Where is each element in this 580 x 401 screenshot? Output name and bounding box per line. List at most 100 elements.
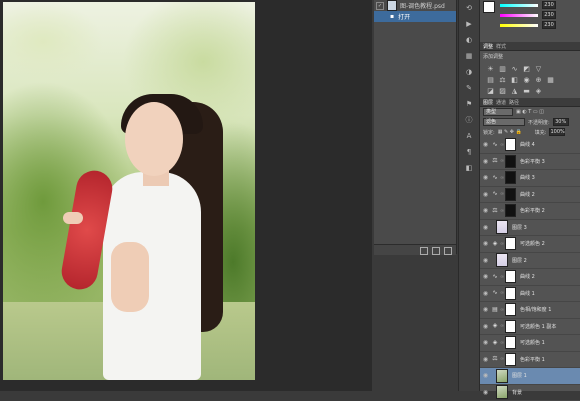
visibility-eye-icon[interactable]: ◉ <box>482 389 489 396</box>
color-slider-r[interactable]: 230 <box>480 0 580 10</box>
clone-icon[interactable]: ⚑ <box>463 99 475 109</box>
layer-mask-thumbnail[interactable] <box>505 155 516 168</box>
play-icon[interactable]: ▶ <box>463 19 475 29</box>
character-icon[interactable]: A <box>463 131 475 141</box>
gradient-map-icon[interactable]: ▬ <box>522 87 531 95</box>
layer-row[interactable]: ◉◈∞可选颜色 1 <box>480 335 580 352</box>
tab-channels[interactable]: 通道 <box>496 99 506 106</box>
layer-mask-thumbnail[interactable] <box>505 287 516 300</box>
layer-mask-thumbnail[interactable] <box>505 353 516 366</box>
chain-link-icon[interactable]: ∞ <box>500 142 504 148</box>
layer-row[interactable]: ◉◈∞可选颜色 1 副本 <box>480 319 580 336</box>
hue-saturation-icon[interactable]: ▤ <box>486 76 495 84</box>
black-white-icon[interactable]: ◧ <box>510 76 519 84</box>
visibility-eye-icon[interactable]: ◉ <box>482 141 489 148</box>
layer-mask-thumbnail[interactable] <box>505 303 516 316</box>
color-slider-b[interactable]: 230 <box>480 20 580 30</box>
layer-row[interactable]: ◉◈∞可选颜色 2 <box>480 236 580 253</box>
layer-mask-thumbnail[interactable] <box>505 204 516 217</box>
chain-link-icon[interactable]: ∞ <box>500 241 504 247</box>
tab-adjustments[interactable]: 调整 <box>483 43 493 50</box>
chain-link-icon[interactable]: ∞ <box>500 208 504 214</box>
info-icon[interactable]: ⓘ <box>463 115 475 125</box>
slider-track[interactable] <box>500 24 538 27</box>
layer-row[interactable]: ◉∿∞曲线 2 <box>480 187 580 204</box>
layer-row[interactable]: ◉背景 <box>480 385 580 401</box>
brightness-icon[interactable]: ☀ <box>486 65 495 73</box>
tab-paths[interactable]: 路径 <box>509 99 519 106</box>
photo-image[interactable] <box>3 2 255 380</box>
visibility-eye-icon[interactable]: ◉ <box>482 273 489 280</box>
layer-row[interactable]: ◉∿∞曲线 4 <box>480 137 580 154</box>
color-icon[interactable]: ◐ <box>463 35 475 45</box>
layer-mask-thumbnail[interactable] <box>505 138 516 151</box>
value-field[interactable]: 230 <box>542 11 556 19</box>
new-document-from-state-icon[interactable] <box>420 247 428 255</box>
color-lookup-icon[interactable]: ▦ <box>546 76 555 84</box>
chain-link-icon[interactable]: ∞ <box>500 274 504 280</box>
visibility-eye-icon[interactable]: ◉ <box>482 339 489 346</box>
chain-link-icon[interactable]: ∞ <box>500 340 504 346</box>
layer-row[interactable]: ◉∿∞曲线 1 <box>480 286 580 303</box>
visibility-eye-icon[interactable]: ◉ <box>482 323 489 330</box>
layer-row[interactable]: ◉⚖∞色彩平衡 2 <box>480 203 580 220</box>
exposure-icon[interactable]: ◩ <box>522 65 531 73</box>
layer-row[interactable]: ◉∿∞曲线 3 <box>480 170 580 187</box>
visibility-eye-icon[interactable]: ◉ <box>482 207 489 214</box>
color-balance-icon[interactable]: ⚖ <box>498 76 507 84</box>
history-snapshot[interactable]: ✓ 图-调色教程.psd <box>374 0 456 11</box>
slider-track[interactable] <box>500 4 538 7</box>
selective-color-icon[interactable]: ◈ <box>534 87 543 95</box>
layer-row[interactable]: ◉▤∞色相/饱和度 1 <box>480 302 580 319</box>
layer-mask-thumbnail[interactable] <box>505 270 516 283</box>
tab-layers[interactable]: 图层 <box>483 99 493 106</box>
layer-row[interactable]: ◉⚖∞色彩平衡 3 <box>480 154 580 171</box>
checkbox-icon[interactable]: ✓ <box>376 2 384 10</box>
levels-icon[interactable]: ▥ <box>498 65 507 73</box>
visibility-eye-icon[interactable]: ◉ <box>482 257 489 264</box>
layer-mask-thumbnail[interactable] <box>505 188 516 201</box>
adjustments-icon[interactable]: ◑ <box>463 67 475 77</box>
visibility-eye-icon[interactable]: ◉ <box>482 356 489 363</box>
vibrance-icon[interactable]: ▽ <box>534 65 543 73</box>
chain-link-icon[interactable]: ∞ <box>500 290 504 296</box>
layer-mask-thumbnail[interactable] <box>505 237 516 250</box>
chain-link-icon[interactable]: ∞ <box>500 356 504 362</box>
value-field[interactable]: 230 <box>542 21 556 29</box>
new-snapshot-icon[interactable] <box>432 247 440 255</box>
trash-icon[interactable] <box>444 247 452 255</box>
lock-icons[interactable]: ▦ ✎ ✥ 🔒 <box>498 129 522 135</box>
chain-link-icon[interactable]: ∞ <box>500 307 504 313</box>
swatches-icon[interactable]: ▦ <box>463 51 475 61</box>
threshold-icon[interactable]: ◮ <box>510 87 519 95</box>
fill-field[interactable]: 100% <box>549 128 565 136</box>
visibility-eye-icon[interactable]: ◉ <box>482 306 489 313</box>
posterize-icon[interactable]: ▨ <box>498 87 507 95</box>
document-canvas[interactable] <box>0 0 372 391</box>
layer-row[interactable]: ◉∿∞曲线 2 <box>480 269 580 286</box>
visibility-eye-icon[interactable]: ◉ <box>482 224 489 231</box>
layer-mask-thumbnail[interactable] <box>505 171 516 184</box>
visibility-eye-icon[interactable]: ◉ <box>482 174 489 181</box>
history-panel-icon[interactable]: ⟲ <box>463 3 475 13</box>
opacity-field[interactable]: 30% <box>553 118 569 126</box>
curves-icon[interactable]: ∿ <box>510 65 519 73</box>
visibility-eye-icon[interactable]: ◉ <box>482 158 489 165</box>
layer-row[interactable]: ◉⚖∞色彩平衡 1 <box>480 352 580 369</box>
blend-mode-select[interactable]: 滤色 <box>483 118 525 126</box>
photo-filter-icon[interactable]: ◉ <box>522 76 531 84</box>
invert-icon[interactable]: ◪ <box>486 87 495 95</box>
visibility-eye-icon[interactable]: ◉ <box>482 191 489 198</box>
brush-icon[interactable]: ✎ <box>463 83 475 93</box>
layer-mask-thumbnail[interactable] <box>505 336 516 349</box>
chain-link-icon[interactable]: ∞ <box>500 158 504 164</box>
paragraph-icon[interactable]: ¶ <box>463 147 475 157</box>
history-item-open[interactable]: ▪ 打开 <box>374 11 456 22</box>
chain-link-icon[interactable]: ∞ <box>500 191 504 197</box>
visibility-eye-icon[interactable]: ◉ <box>482 240 489 247</box>
layer-row[interactable]: ◉图层 2 <box>480 253 580 270</box>
layers-icon[interactable]: ◧ <box>463 163 475 173</box>
layer-row[interactable]: ◉图层 3 <box>480 220 580 237</box>
tab-styles[interactable]: 样式 <box>496 43 506 50</box>
layer-row[interactable]: ◉图层 1 <box>480 368 580 385</box>
